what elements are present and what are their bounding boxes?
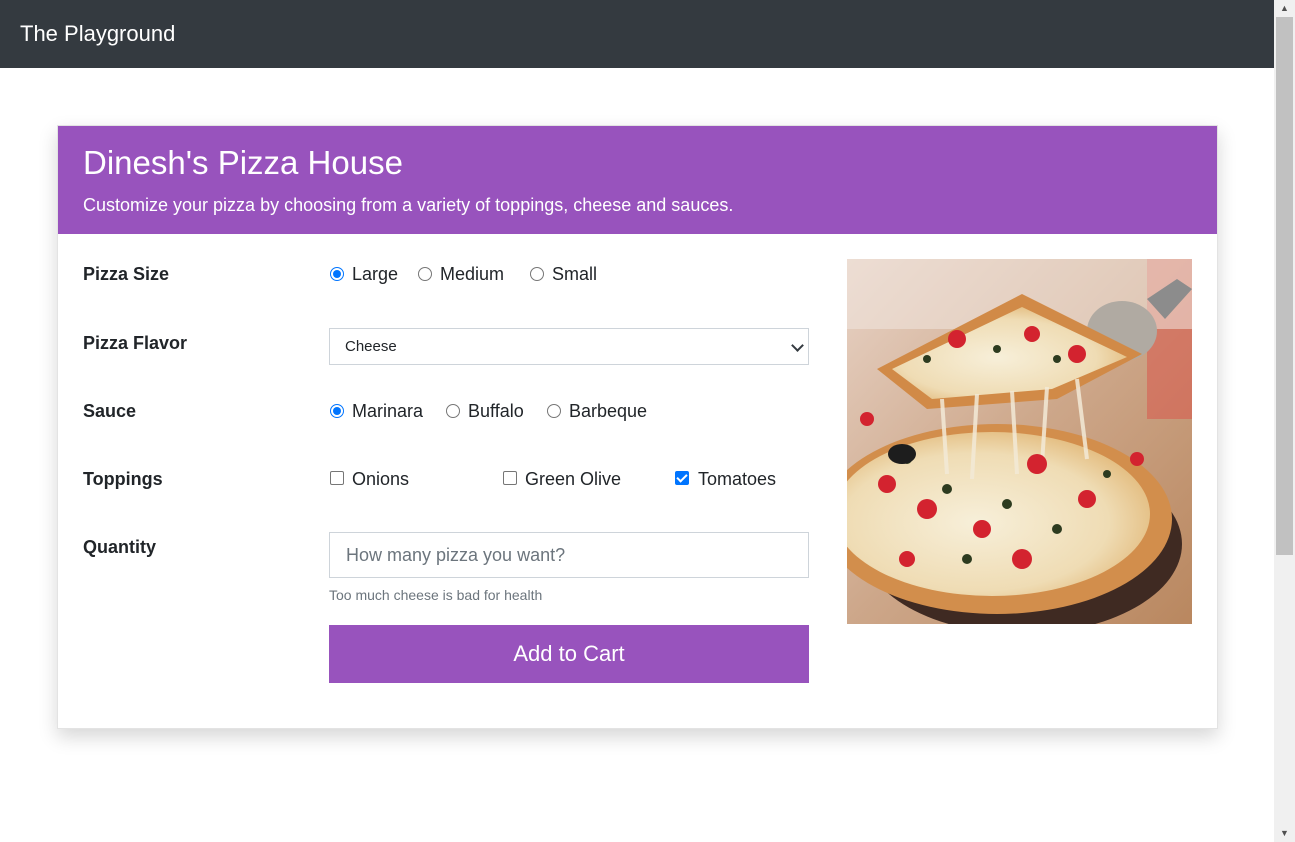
scrollbar-thumb[interactable] (1276, 17, 1293, 555)
pizza-flavor-select[interactable]: Cheese (329, 328, 809, 365)
sauce-marinara-label[interactable]: Marinara (352, 400, 423, 422)
sauce-label: Sauce (83, 401, 137, 421)
sauce-buffalo-radio[interactable] (446, 404, 460, 418)
sauce-marinara-radio[interactable] (330, 404, 344, 418)
topping-green-olive-checkbox[interactable] (503, 471, 517, 485)
pizza-size-label: Pizza Size (83, 264, 170, 284)
size-large-radio[interactable] (330, 267, 344, 281)
pizza-order-card: Dinesh's Pizza House Customize your pizz… (57, 125, 1218, 729)
sauce-barbeque-label[interactable]: Barbeque (569, 400, 647, 422)
page-scrollbar[interactable]: ▲ ▼ (1274, 0, 1295, 842)
pizza-flavor-value: Cheese (345, 338, 397, 355)
navbar-brand[interactable]: The Playground (20, 20, 175, 48)
add-to-cart-button[interactable]: Add to Cart (329, 625, 809, 683)
size-small-radio[interactable] (530, 267, 544, 281)
quantity-input[interactable]: How many pizza you want? (329, 532, 809, 578)
size-medium-radio[interactable] (418, 267, 432, 281)
sauce-buffalo-label[interactable]: Buffalo (468, 400, 524, 422)
scroll-down-arrow-icon[interactable]: ▼ (1274, 825, 1295, 842)
size-medium-label[interactable]: Medium (440, 263, 504, 285)
navbar: The Playground (0, 0, 1274, 68)
topping-tomatoes-checkbox[interactable] (675, 471, 689, 485)
topping-tomatoes-label[interactable]: Tomatoes (698, 468, 776, 490)
quantity-placeholder: How many pizza you want? (346, 545, 566, 565)
topping-onions-label[interactable]: Onions (352, 468, 409, 490)
size-large-label[interactable]: Large (352, 263, 398, 285)
pizza-flavor-label: Pizza Flavor (83, 333, 188, 353)
sauce-barbeque-radio[interactable] (547, 404, 561, 418)
card-title: Dinesh's Pizza House (83, 144, 403, 181)
topping-green-olive-label[interactable]: Green Olive (525, 468, 621, 490)
size-small-label[interactable]: Small (552, 263, 597, 285)
chevron-down-icon (791, 339, 804, 352)
toppings-label: Toppings (83, 469, 163, 489)
card-header: Dinesh's Pizza House Customize your pizz… (58, 126, 1217, 234)
quantity-help-text: Too much cheese is bad for health (329, 587, 543, 603)
quantity-label: Quantity (83, 537, 157, 557)
pizza-image (847, 259, 1192, 624)
card-subtitle: Customize your pizza by choosing from a … (83, 195, 734, 215)
topping-onions-checkbox[interactable] (330, 471, 344, 485)
scroll-up-arrow-icon[interactable]: ▲ (1274, 0, 1295, 17)
